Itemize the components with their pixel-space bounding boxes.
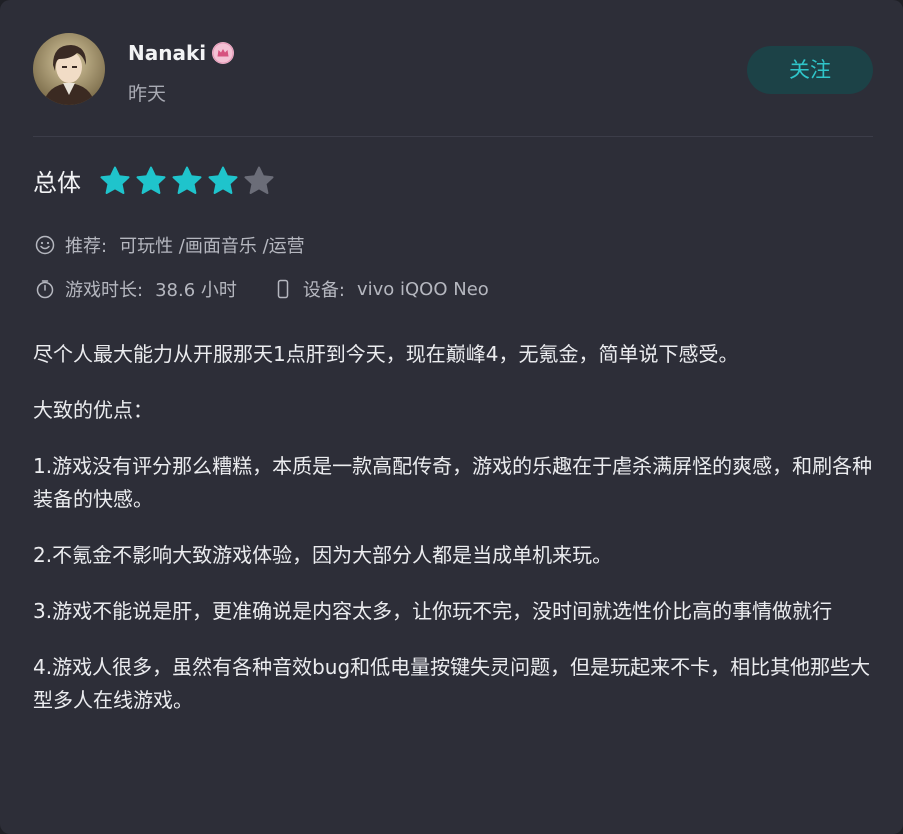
recommend-row: 推荐: 可玩性 /画面音乐 /运营: [35, 232, 305, 258]
playtime-row: 游戏时长: 38.6 小时 设备: vivo iQOO Neo: [35, 276, 489, 302]
user-name-text: Nanaki: [128, 41, 207, 65]
review-card: Nanaki 昨天 关注 总体 推荐: 可玩性 /画面音乐 /运营 游戏时长: …: [0, 0, 903, 834]
playtime-label: 游戏时长:: [65, 280, 144, 301]
review-paragraph: 2.不氪金不影响大致游戏体验，因为大部分人都是当成单机来玩。: [33, 543, 613, 567]
follow-button[interactable]: 关注: [747, 46, 873, 94]
avatar-image: [33, 33, 105, 105]
avatar[interactable]: [33, 33, 105, 105]
review-body: 尽个人最大能力从开服那天1点肝到今天，现在巅峰4，无氪金，简单说下感受。 大致的…: [33, 338, 873, 740]
star-filled-icon: [136, 166, 166, 194]
review-header: Nanaki 昨天 关注: [33, 33, 873, 109]
rating-label: 总体: [33, 169, 81, 197]
star-filled-icon: [172, 166, 202, 194]
playtime-value: 38.6 小时: [155, 280, 237, 301]
review-paragraph: 4.游戏人很多，虽然有各种音效bug和低电量按键失灵问题，但是玩起来不卡，相比其…: [33, 655, 871, 712]
device-value: vivo iQOO Neo: [356, 278, 489, 300]
header-divider: [33, 136, 873, 137]
smile-icon: [35, 235, 55, 255]
star-filled-icon: [100, 166, 130, 194]
recommend-label: 推荐:: [65, 236, 108, 257]
user-name[interactable]: Nanaki: [128, 41, 235, 65]
phone-icon: [277, 279, 289, 299]
recommend-value: 可玩性 /画面音乐 /运营: [119, 236, 305, 257]
crown-badge-icon: [212, 42, 235, 64]
star-rating: [99, 165, 275, 197]
star-empty-icon: [244, 166, 274, 194]
rating-row: 总体: [33, 163, 275, 198]
post-time: 昨天: [128, 83, 167, 105]
star-filled-icon: [208, 166, 238, 194]
review-paragraph: 1.游戏没有评分那么糟糕，本质是一款高配传奇，游戏的乐趣在于虐杀满屏怪的爽感，和…: [33, 454, 873, 511]
device-label: 设备:: [302, 280, 345, 301]
review-paragraph: 3.游戏不能说是肝，更准确说是内容太多，让你玩不完，没时间就选性价比高的事情做就…: [33, 599, 833, 623]
stopwatch-icon: [36, 280, 54, 299]
review-paragraph: 尽个人最大能力从开服那天1点肝到今天，现在巅峰4，无氪金，简单说下感受。: [33, 342, 739, 366]
device-group: 设备: vivo iQOO Neo: [273, 276, 489, 302]
review-paragraph: 大致的优点：: [33, 398, 153, 422]
